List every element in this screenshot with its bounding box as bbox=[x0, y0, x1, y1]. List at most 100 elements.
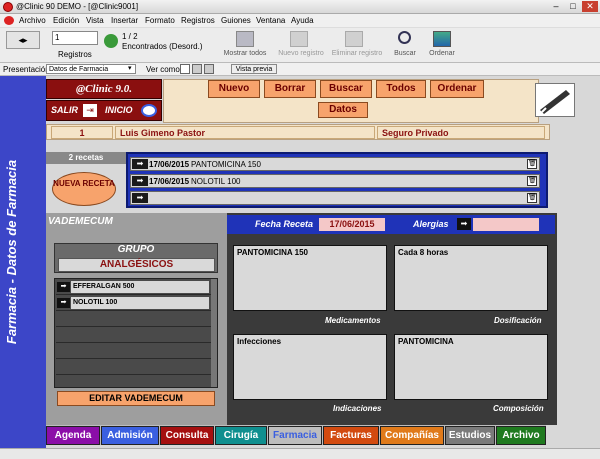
receta-row[interactable]: ➡ 🗑 bbox=[130, 191, 540, 205]
form-view-icon[interactable] bbox=[180, 64, 190, 74]
dosificacion-label: Dosificación bbox=[494, 316, 542, 325]
all-button[interactable]: Todos bbox=[376, 80, 426, 98]
tab-estudios[interactable]: Estudios bbox=[445, 426, 495, 445]
drug-row[interactable]: ➡ NOLOTIL 100 bbox=[56, 296, 211, 311]
indicaciones-field[interactable]: Infecciones bbox=[233, 334, 387, 400]
doc-icon[interactable] bbox=[4, 16, 14, 25]
layout-bar: Presentación: Datos de Farmacia ▾ Ver co… bbox=[0, 63, 600, 76]
receta-name bbox=[191, 193, 521, 204]
new-button[interactable]: Nuevo bbox=[208, 80, 260, 98]
vademecum-title: VADEMECUM bbox=[48, 216, 113, 227]
record-field[interactable]: 1 bbox=[52, 31, 98, 45]
app-icon bbox=[3, 2, 13, 12]
maximize-button[interactable]: □ bbox=[565, 1, 581, 12]
tab-cirugia[interactable]: Cirugía bbox=[215, 426, 267, 445]
receta-name: NOLOTIL 100 bbox=[191, 177, 241, 186]
composicion-field[interactable]: PANTOMICINA bbox=[394, 334, 548, 400]
exit-label[interactable]: SALIR bbox=[51, 105, 78, 115]
search-action-button[interactable]: Buscar bbox=[320, 80, 372, 98]
record-navigator[interactable]: ◂▸ bbox=[6, 31, 40, 49]
group-value[interactable]: ANALGÉSICOS bbox=[58, 258, 215, 272]
close-button[interactable]: ✕ bbox=[582, 1, 598, 12]
arrow-right-icon[interactable]: ➡ bbox=[132, 193, 148, 203]
side-title: Farmacia - Datos de Farmacia bbox=[4, 159, 19, 345]
tab-admision[interactable]: Admisión bbox=[101, 426, 159, 445]
pen-logo-icon bbox=[535, 83, 575, 117]
home-icon[interactable] bbox=[141, 104, 157, 117]
fecha-value[interactable]: 17/06/2015 bbox=[319, 218, 385, 231]
window-title: @Clinic 90 DEMO - [@Clinic9001] bbox=[16, 2, 139, 11]
home-label[interactable]: INICIO bbox=[105, 105, 133, 115]
receta-row[interactable]: ➡ 17/06/2015 PANTOMICINA 150 🗑 bbox=[130, 157, 540, 171]
search-button[interactable]: Buscar bbox=[390, 50, 420, 57]
tab-facturas[interactable]: Facturas bbox=[323, 426, 379, 445]
datos-button[interactable]: Datos bbox=[318, 102, 368, 118]
composicion-label: Composición bbox=[493, 404, 544, 413]
delete-record-icon[interactable] bbox=[345, 31, 363, 47]
patient-name[interactable]: Luis Gimeno Pastor bbox=[115, 126, 375, 139]
arrow-right-icon[interactable]: ➡ bbox=[132, 176, 148, 186]
menu-registros[interactable]: Registros bbox=[181, 16, 215, 25]
arrow-right-icon[interactable]: ➡ bbox=[457, 218, 471, 230]
list-view-icon[interactable] bbox=[192, 64, 202, 74]
sort-action-button[interactable]: Ordenar bbox=[430, 80, 484, 98]
recetas-list: ➡ 17/06/2015 PANTOMICINA 150 🗑 ➡ 17/06/2… bbox=[126, 152, 548, 208]
patient-insurance[interactable]: Seguro Privado bbox=[377, 126, 545, 139]
menu-formato[interactable]: Formato bbox=[145, 16, 175, 25]
tab-consulta[interactable]: Consulta bbox=[160, 426, 214, 445]
minimize-button[interactable]: – bbox=[548, 1, 564, 12]
menu-insertar[interactable]: Insertar bbox=[111, 16, 138, 25]
patient-id[interactable]: 1 bbox=[51, 126, 113, 139]
presentation-select[interactable]: Datos de Farmacia bbox=[46, 64, 136, 74]
new-receta-button[interactable]: NUEVA RECETA bbox=[52, 172, 116, 206]
show-all-button[interactable]: Mostrar todos bbox=[218, 50, 272, 57]
table-view-icon[interactable] bbox=[204, 64, 214, 74]
sort-icon[interactable] bbox=[433, 31, 451, 47]
arrow-right-icon[interactable]: ➡ bbox=[57, 282, 70, 292]
tab-farmacia[interactable]: Farmacia bbox=[268, 426, 322, 445]
trash-icon[interactable]: 🗑 bbox=[527, 176, 537, 186]
title-bar: @Clinic 90 DEMO - [@Clinic9001] – □ ✕ bbox=[0, 0, 600, 14]
receta-row[interactable]: ➡ 17/06/2015 NOLOTIL 100 🗑 bbox=[130, 174, 540, 188]
tab-companias[interactable]: Compañías bbox=[380, 426, 444, 445]
chevron-down-icon[interactable]: ▾ bbox=[128, 64, 132, 72]
drug-row-empty bbox=[56, 360, 211, 375]
menu-edicion[interactable]: Edición bbox=[53, 16, 79, 25]
menu-archivo[interactable]: Archivo bbox=[19, 16, 46, 25]
drug-list-scrollbar[interactable] bbox=[211, 279, 217, 387]
found-label: Encontrados (Desord.) bbox=[122, 42, 203, 51]
show-all-icon[interactable] bbox=[236, 31, 254, 47]
search-icon[interactable] bbox=[398, 31, 411, 44]
arrow-right-icon[interactable]: ➡ bbox=[132, 159, 148, 169]
preview-button[interactable]: Vista previa bbox=[231, 64, 277, 74]
exit-icon[interactable]: ⇥ bbox=[83, 104, 97, 117]
delete-record-button[interactable]: Eliminar registro bbox=[328, 50, 386, 57]
drug-row[interactable]: ➡ EFFERALGAN 500 bbox=[56, 280, 211, 295]
edit-vademecum-button[interactable]: EDITAR VADEMECUM bbox=[57, 391, 215, 406]
menu-vista[interactable]: Vista bbox=[86, 16, 104, 25]
toolbar: ◂▸ 1 Registros 1 / 2 Encontrados (Desord… bbox=[0, 27, 600, 63]
fecha-label: Fecha Receta bbox=[255, 219, 314, 229]
menu-ventana[interactable]: Ventana bbox=[256, 16, 285, 25]
drug-list: ➡ EFFERALGAN 500 ➡ NOLOTIL 100 bbox=[54, 278, 218, 388]
alergias-value[interactable] bbox=[473, 218, 539, 231]
medicamentos-field[interactable]: PANTOMICINA 150 bbox=[233, 245, 387, 311]
receta-date: 17/06/2015 bbox=[149, 177, 190, 186]
receta-date bbox=[149, 193, 189, 204]
delete-button[interactable]: Borrar bbox=[264, 80, 316, 98]
trash-icon[interactable]: 🗑 bbox=[527, 193, 537, 203]
tab-agenda[interactable]: Agenda bbox=[46, 426, 100, 445]
new-record-button[interactable]: Nuevo registro bbox=[274, 50, 328, 57]
trash-icon[interactable]: 🗑 bbox=[527, 159, 537, 169]
tab-archivo[interactable]: Archivo bbox=[496, 426, 546, 445]
fecha-row: Fecha Receta 17/06/2015 Alergias ➡ bbox=[227, 215, 555, 234]
menu-guiones[interactable]: Guiones bbox=[221, 16, 251, 25]
drug-row-empty bbox=[56, 328, 211, 343]
receta-date: 17/06/2015 bbox=[149, 160, 190, 169]
status-bar bbox=[0, 448, 600, 459]
menu-ayuda[interactable]: Ayuda bbox=[291, 16, 314, 25]
sort-button[interactable]: Ordenar bbox=[425, 50, 459, 57]
new-record-icon[interactable] bbox=[290, 31, 308, 47]
dosificacion-field[interactable]: Cada 8 horas bbox=[394, 245, 548, 311]
arrow-right-icon[interactable]: ➡ bbox=[57, 298, 70, 308]
